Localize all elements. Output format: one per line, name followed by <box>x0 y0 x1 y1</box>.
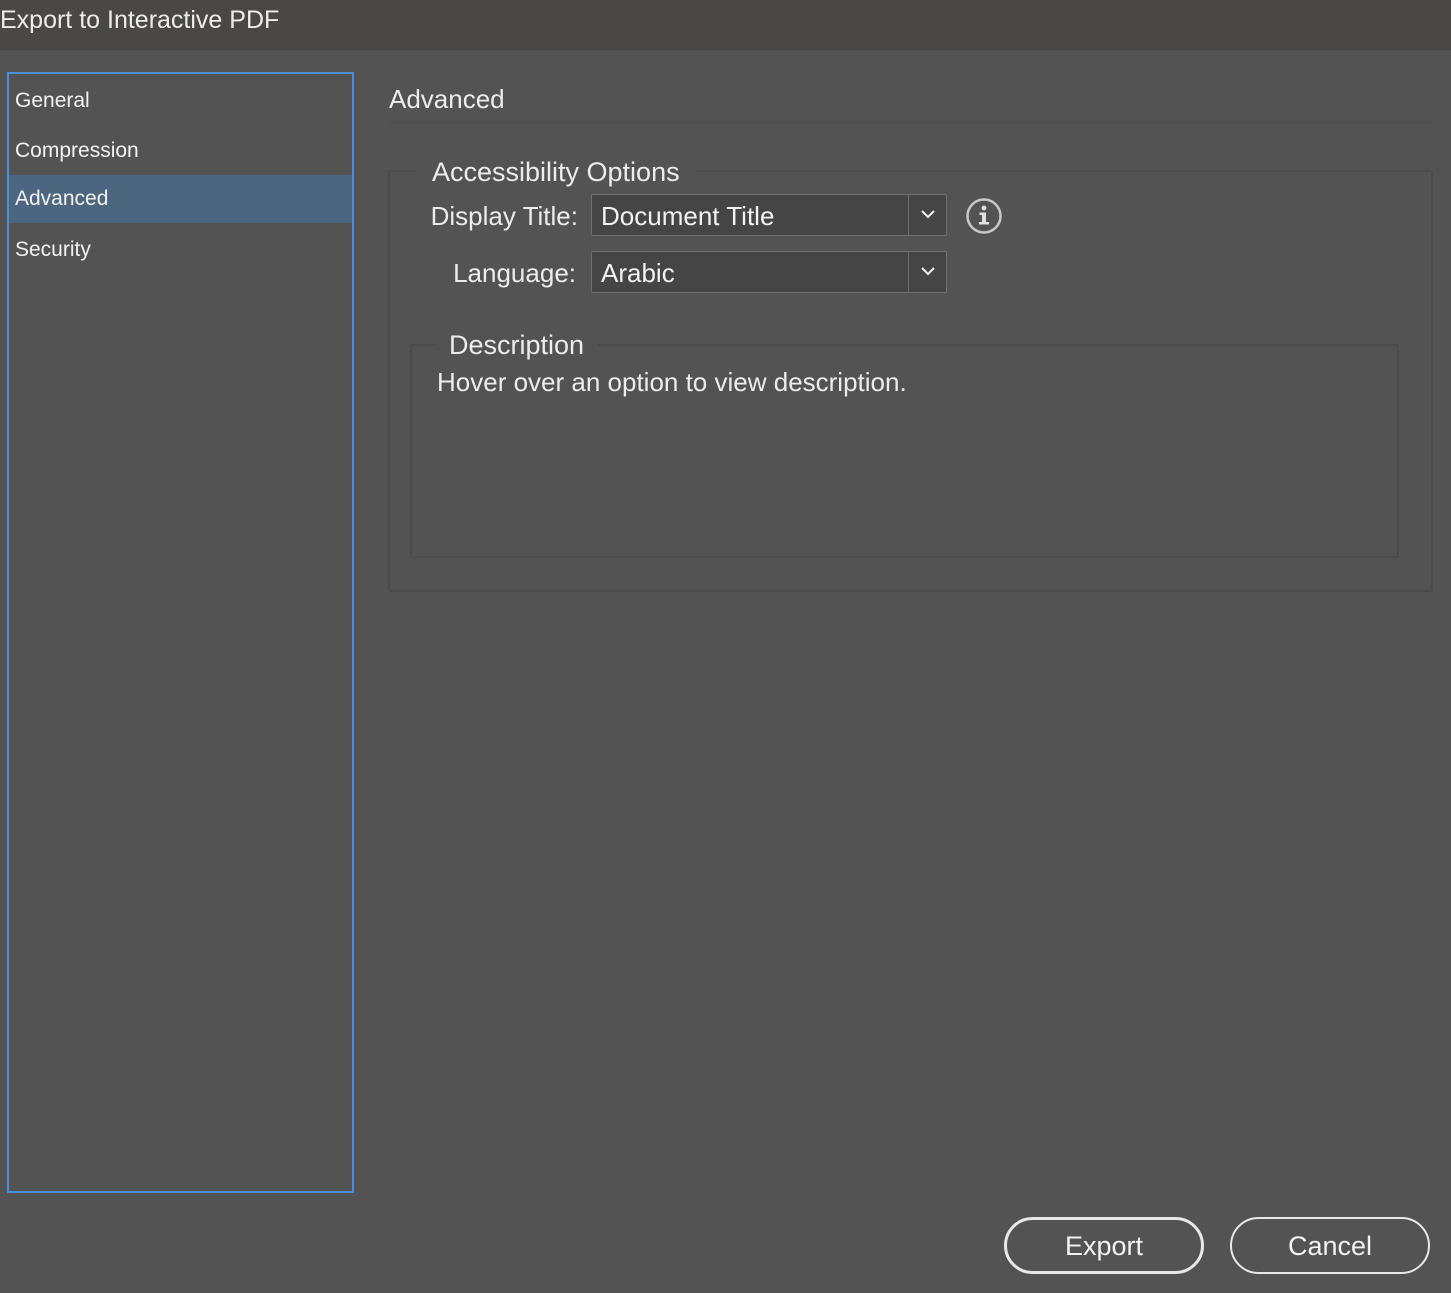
display-title-label: Display Title: <box>430 201 578 231</box>
description-text: Hover over an option to view description… <box>437 367 907 397</box>
accessibility-options-legend: Accessibility Options <box>416 154 696 190</box>
export-button[interactable]: Export <box>1004 1217 1204 1274</box>
category-list[interactable]: General Compression Advanced Security <box>7 72 354 1193</box>
title-bar: Export to Interactive PDF <box>0 0 1451 50</box>
cancel-button[interactable]: Cancel <box>1230 1217 1430 1274</box>
description-legend: Description <box>436 328 599 362</box>
sidebar-item-advanced[interactable]: Advanced <box>9 175 352 223</box>
sidebar-item-security[interactable]: Security <box>9 226 352 274</box>
sidebar-item-general[interactable]: General <box>9 77 352 125</box>
display-title-dropdown[interactable]: Document Title <box>591 194 947 236</box>
sidebar-item-compression[interactable]: Compression <box>9 127 352 175</box>
section-title: Advanced <box>389 84 505 114</box>
window-title: Export to Interactive PDF <box>0 6 280 34</box>
section-divider <box>389 122 1431 123</box>
language-value: Arabic <box>601 258 675 288</box>
language-label: Language: <box>453 258 576 288</box>
info-icon[interactable] <box>965 197 1003 235</box>
display-title-value: Document Title <box>601 201 775 231</box>
chevron-down-icon[interactable] <box>909 195 947 235</box>
chevron-down-icon[interactable] <box>909 252 947 292</box>
language-dropdown[interactable]: Arabic <box>591 251 947 293</box>
